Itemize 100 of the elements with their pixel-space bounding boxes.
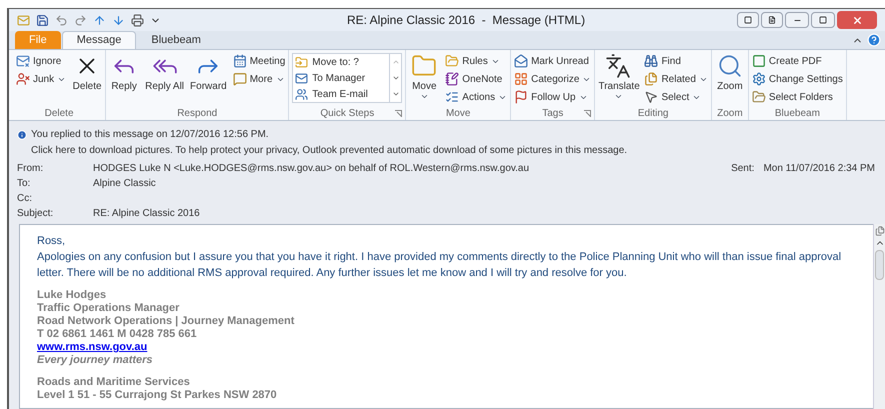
settings-icon [752, 72, 766, 86]
group-label: Zoom [717, 106, 743, 120]
group-label: Tags [542, 106, 564, 120]
close-button[interactable] [837, 11, 877, 29]
redo-icon[interactable] [74, 14, 87, 26]
calendar-icon [232, 54, 247, 68]
notebook-icon [445, 72, 460, 86]
dropdown-caret-icon [420, 92, 429, 101]
ribbon-button[interactable]: Select Folders [752, 89, 843, 105]
header-label: Subject: [17, 207, 54, 221]
document-icon [768, 16, 776, 24]
undo-icon[interactable] [55, 14, 68, 26]
maximize-icon [819, 16, 827, 24]
square-icon [744, 16, 752, 24]
website-link[interactable]: www.rms.nsw.gov.au [37, 341, 148, 353]
group-label: Editing [638, 106, 668, 120]
signature-line: Roads and Maritime Services [37, 376, 191, 389]
documents-icon[interactable] [874, 226, 884, 236]
quick-step-item[interactable]: Move to: ? [293, 54, 390, 70]
binoculars-icon [644, 54, 658, 68]
user-x-icon [16, 72, 30, 86]
header-label: To: [17, 177, 32, 191]
ribbon-large-button[interactable]: Forward [190, 53, 227, 92]
download-pictures-message[interactable]: Click here to download pictures. To help protect your privacy, Outlook prevented automatic download of some pictures in this message. [31, 145, 628, 156]
ribbon-large-button[interactable]: Delete [72, 53, 102, 92]
ribbon-large-button[interactable]: Reply [109, 53, 140, 92]
group-label: Move [446, 106, 470, 120]
ribbon-button[interactable]: Rules [445, 53, 508, 69]
folder-icon [445, 54, 460, 68]
group-label: Quick Steps [320, 106, 374, 120]
ribbon-button[interactable]: More [232, 71, 286, 87]
header-label: From: [17, 162, 44, 176]
scroll-down-icon[interactable] [392, 74, 400, 82]
help-icon[interactable] [867, 33, 881, 47]
quick-step-item[interactable]: Team E-mail [293, 86, 390, 102]
info-message: You replied to this message on 12/07/2016 12:56 PM. [31, 128, 269, 142]
header-label: Sent: [731, 162, 754, 176]
printer-icon[interactable] [131, 14, 144, 26]
maximize-button[interactable] [811, 12, 835, 28]
ribbon-tab[interactable]: Bluebeam [137, 31, 215, 49]
scrollbar[interactable] [873, 224, 885, 409]
square-icon [752, 54, 766, 68]
ribbon-button[interactable]: OneNote [445, 71, 508, 87]
header-value: Mon 11/07/2016 2:34 PM [763, 162, 875, 176]
mail-x-icon [16, 54, 30, 68]
dialog-launcher-icon[interactable] [395, 110, 402, 117]
people-icon [295, 88, 308, 100]
ribbon-button[interactable]: Related [644, 71, 708, 87]
ribbon-button[interactable]: Create PDF [752, 53, 843, 69]
signature-line: Traffic Operations Manager [37, 302, 180, 315]
up-arrow-icon[interactable] [93, 14, 106, 26]
ribbon-large-button[interactable]: Reply All [145, 53, 184, 92]
ribbon-button[interactable]: Junk [16, 71, 66, 87]
mail-icon[interactable] [17, 14, 30, 26]
window-option-button[interactable] [761, 12, 783, 28]
folder-icon [752, 90, 766, 104]
save-icon[interactable] [36, 14, 49, 26]
ribbon-button[interactable]: Meeting [232, 53, 286, 69]
documents-icon [644, 72, 658, 86]
expand-gallery-icon[interactable] [392, 90, 400, 98]
header-value: Alpine Classic [93, 177, 156, 191]
ribbon-button[interactable]: Ignore [16, 53, 66, 69]
window-title: RE: Alpine Classic 2016 - Message (HTML) [347, 12, 586, 29]
ribbon-button[interactable]: Change Settings [752, 71, 843, 87]
signature-tagline: Every journey matters [37, 354, 154, 367]
group-label: Respond [177, 106, 218, 120]
close-icon [852, 14, 862, 26]
ribbon-button[interactable]: Actions [445, 89, 508, 105]
magnifier-icon [716, 53, 743, 79]
signature-line: Level 1 51 - 55 Currajong St Parkes NSW 2870 [37, 389, 278, 402]
ribbon-button[interactable]: Select [644, 89, 708, 105]
header-value: HODGES Luke N <Luke.HODGES@rms.nsw.gov.au> on behalf of ROL.Western@rms.nsw.gov.au [93, 162, 530, 176]
signature-line: Luke Hodges [37, 289, 108, 302]
translate-icon [605, 53, 632, 79]
window-option-button[interactable] [737, 12, 759, 28]
grid-icon [514, 72, 528, 86]
header-value: RE: Alpine Classic 2016 [93, 207, 200, 221]
folder-icon [295, 56, 308, 68]
mail-icon [295, 72, 308, 84]
ribbon-large-button[interactable]: Translate [598, 53, 638, 101]
down-arrow-icon[interactable] [112, 14, 125, 26]
ribbon-button[interactable]: Follow Up [514, 89, 592, 105]
ribbon-button[interactable]: Categorize [514, 71, 592, 87]
scroll-thumb[interactable] [875, 250, 884, 280]
dialog-launcher-icon[interactable] [584, 110, 592, 117]
group-label: Delete [44, 106, 74, 120]
info-icon [17, 130, 27, 140]
ribbon-large-button[interactable]: Move [409, 53, 440, 101]
ribbon-button[interactable]: Find [644, 53, 708, 69]
ribbon-button[interactable]: Mark Unread [514, 53, 592, 69]
pointer-icon [644, 90, 658, 104]
signature-phone: T 02 6861 1461 M 0428 785 661 [37, 328, 198, 341]
ribbon-large-button[interactable]: Zoom [714, 53, 745, 92]
mail-open-icon [514, 54, 528, 68]
group-label: Bluebeam [774, 106, 820, 120]
ribbon-tab[interactable]: Message [62, 31, 136, 49]
flag-icon [514, 90, 528, 104]
quick-step-item[interactable]: To Manager [293, 70, 390, 86]
message-paragraph: Apologies on any confusion but I assure you that you have it right. I have provided my comments directly to the Police Planning Unit who will than issue final approval letter. There will be no additional RMS approval required. Any further issues let me know and I will try and resolve for you. [37, 250, 842, 281]
dropdown-caret-icon [614, 92, 623, 101]
